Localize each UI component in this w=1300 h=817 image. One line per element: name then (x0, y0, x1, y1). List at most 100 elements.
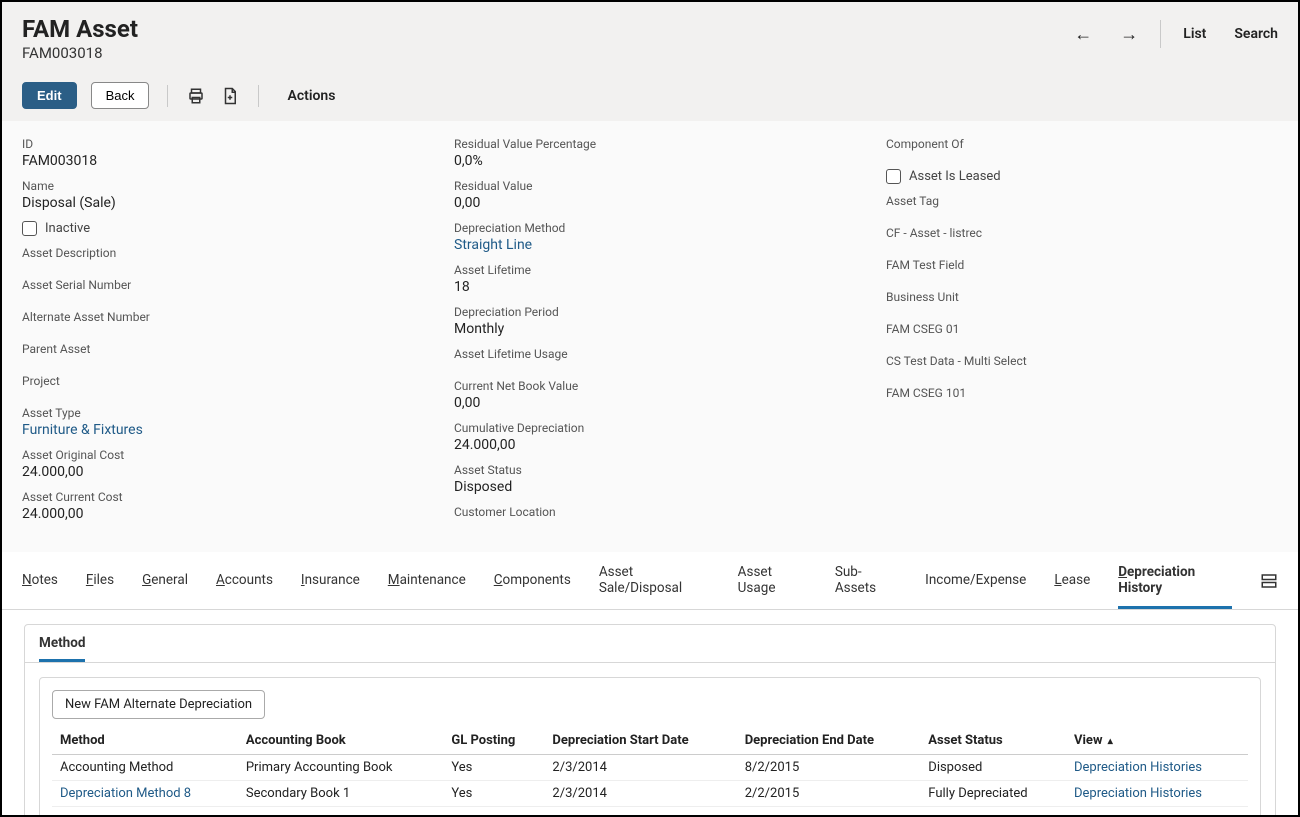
tab-insurance[interactable]: Insurance (301, 560, 360, 601)
tab-lease[interactable]: Lease (1054, 560, 1090, 601)
new-document-icon[interactable] (220, 86, 240, 106)
cell-view[interactable]: Depreciation Histories (1066, 755, 1248, 781)
col-depreciation-start-date[interactable]: Depreciation Start Date (544, 727, 736, 755)
status-value: Disposed (454, 479, 846, 495)
tab-notes[interactable]: Notes (22, 560, 58, 601)
inactive-label: Inactive (45, 221, 90, 236)
toolbar: Edit Back Actions (22, 82, 1278, 121)
tabs: Notes Files General Accounts Insurance Mainte… (2, 552, 1298, 610)
tab-asset-usage[interactable]: Asset Usage (738, 552, 807, 609)
lifetime-usage-label: Asset Lifetime Usage (454, 347, 846, 361)
col-accounting-book[interactable]: Accounting Book (238, 727, 443, 755)
tab-components[interactable]: Components (494, 560, 571, 601)
res-val-label: Residual Value (454, 179, 846, 193)
lifetime-label: Asset Lifetime (454, 263, 846, 277)
layout-toggle-icon[interactable] (1260, 572, 1278, 590)
asset-leased-label: Asset Is Leased (909, 169, 1001, 184)
tab-asset-sale-disposal[interactable]: Asset Sale/Disposal (599, 552, 710, 609)
detail-col-2: Residual Value Percentage 0,0% Residual V… (454, 137, 846, 532)
col-asset-status[interactable]: Asset Status (920, 727, 1066, 755)
orig-cost-label: Asset Original Cost (22, 448, 414, 462)
cum-dep-value: 24.000,00 (454, 437, 846, 453)
name-label: Name (22, 179, 414, 193)
cell-view[interactable]: Depreciation Histories (1066, 781, 1248, 807)
res-pct-value: 0,0% (454, 153, 846, 169)
name-value: Disposal (Sale) (22, 195, 414, 211)
bu-label: Business Unit (886, 290, 1278, 304)
tab-files[interactable]: Files (86, 560, 114, 601)
col-depreciation-end-date[interactable]: Depreciation End Date (737, 727, 921, 755)
detail-col-3: Component Of Asset Is Leased Asset Tag C… (886, 137, 1278, 532)
table-row: Depreciation Method 8Secondary Book 1Yes… (52, 781, 1248, 807)
orig-cost-value: 24.000,00 (22, 464, 414, 480)
list-link[interactable]: List (1183, 26, 1206, 42)
tab-accounts[interactable]: Accounts (216, 560, 273, 601)
asset-type-value[interactable]: Furniture & Fixtures (22, 422, 414, 438)
id-value: FAM003018 (22, 153, 414, 169)
search-link[interactable]: Search (1234, 26, 1278, 42)
tab-sub-assets[interactable]: Sub-Assets (835, 552, 897, 609)
dep-method-value[interactable]: Straight Line (454, 237, 846, 253)
component-of-label: Component Of (886, 137, 1278, 151)
cell-end: 2/2/2015 (737, 781, 921, 807)
detail-col-1: ID FAM003018 Name Disposal (Sale) Inactive… (22, 137, 414, 532)
asset-serial-label: Asset Serial Number (22, 278, 414, 292)
divider (1160, 20, 1161, 48)
tab-maintenance[interactable]: Maintenance (388, 560, 466, 601)
dep-method-label: Depreciation Method (454, 221, 846, 235)
subtab-method[interactable]: Method (39, 625, 85, 662)
back-button[interactable]: Back (91, 82, 150, 109)
nav-back-arrow-icon[interactable]: ← (1074, 24, 1092, 45)
cust-loc-label: Customer Location (454, 505, 846, 519)
lifetime-value: 18 (454, 279, 846, 295)
id-label: ID (22, 137, 414, 151)
cell-gl: Yes (443, 755, 544, 781)
sort-caret-icon: ▴ (1108, 736, 1113, 747)
page-title: FAM Asset (22, 16, 138, 42)
actions-menu[interactable]: Actions (287, 88, 335, 104)
nbv-value: 0,00 (454, 395, 846, 411)
method-table: MethodAccounting BookGL PostingDepreciat… (52, 727, 1248, 807)
col-method[interactable]: Method (52, 727, 238, 755)
alternate-asset-label: Alternate Asset Number (22, 310, 414, 324)
tab-general[interactable]: General (142, 560, 188, 601)
status-label: Asset Status (454, 463, 846, 477)
col-gl-posting[interactable]: GL Posting (443, 727, 544, 755)
cseg101-label: FAM CSEG 101 (886, 386, 1278, 400)
page-subtitle: FAM003018 (22, 44, 138, 62)
cell-method: Accounting Method (52, 755, 238, 781)
cs-test-label: CS Test Data - Multi Select (886, 354, 1278, 368)
project-label: Project (22, 374, 414, 388)
table-row: Accounting MethodPrimary Accounting Book… (52, 755, 1248, 781)
nav-forward-arrow-icon[interactable]: → (1120, 24, 1138, 45)
cell-status: Disposed (920, 755, 1066, 781)
cell-status: Fully Depreciated (920, 781, 1066, 807)
edit-button[interactable]: Edit (22, 82, 77, 109)
print-icon[interactable] (186, 86, 206, 106)
res-pct-label: Residual Value Percentage (454, 137, 846, 151)
cell-start: 2/3/2014 (544, 755, 736, 781)
cell-book: Primary Accounting Book (238, 755, 443, 781)
asset-type-label: Asset Type (22, 406, 414, 420)
dep-period-value: Monthly (454, 321, 846, 337)
asset-description-label: Asset Description (22, 246, 414, 260)
tab-depreciation-history[interactable]: Depreciation History (1118, 552, 1232, 609)
divider (258, 85, 259, 107)
cell-gl: Yes (443, 781, 544, 807)
parent-asset-label: Parent Asset (22, 342, 414, 356)
cell-book: Secondary Book 1 (238, 781, 443, 807)
tab-income-expense[interactable]: Income/Expense (925, 560, 1026, 601)
cseg01-label: FAM CSEG 01 (886, 322, 1278, 336)
col-view[interactable]: View ▴ (1066, 727, 1248, 755)
new-fam-alt-dep-button[interactable]: New FAM Alternate Depreciation (52, 690, 265, 719)
cell-start: 2/3/2014 (544, 781, 736, 807)
asset-leased-checkbox[interactable] (886, 169, 901, 184)
inactive-checkbox[interactable] (22, 221, 37, 236)
cell-method[interactable]: Depreciation Method 8 (52, 781, 238, 807)
cf-asset-label: CF - Asset - listrec (886, 226, 1278, 240)
fam-test-label: FAM Test Field (886, 258, 1278, 272)
res-val-value: 0,00 (454, 195, 846, 211)
dep-period-label: Depreciation Period (454, 305, 846, 319)
divider (167, 85, 168, 107)
cum-dep-label: Cumulative Depreciation (454, 421, 846, 435)
